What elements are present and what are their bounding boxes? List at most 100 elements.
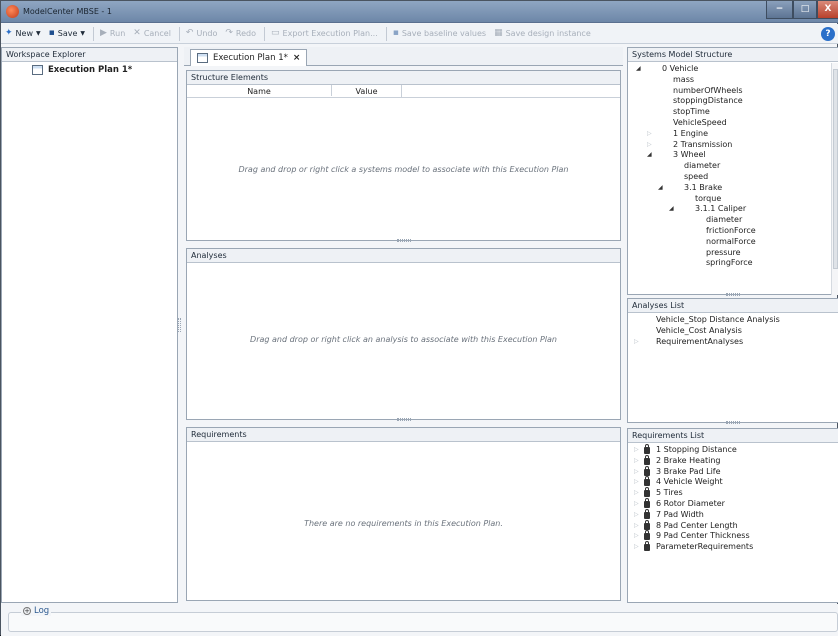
collapsed-arrow-icon[interactable]: ▷ <box>647 140 652 151</box>
tree-item-label: 1 Engine <box>673 128 709 138</box>
redo-button[interactable]: ↷ Redo <box>225 29 256 39</box>
save-label: Save <box>57 29 78 38</box>
tree-item[interactable]: ◢ 3.1 Brake <box>628 183 828 194</box>
execution-plan-icon <box>197 53 208 63</box>
collapsed-arrow-icon[interactable]: ▷ <box>634 456 639 467</box>
tree-item[interactable]: VehicleSpeed <box>628 118 828 129</box>
requirement-item[interactable]: ▷ 2 Brake Heating <box>628 454 828 467</box>
title-bar[interactable]: ModelCenter MBSE - 1 − □ X <box>1 1 838 23</box>
collapsed-arrow-icon[interactable]: ▷ <box>634 542 639 553</box>
tree-item[interactable]: stopTime <box>628 107 828 118</box>
tree-item[interactable]: diameter <box>628 161 828 172</box>
collapsed-arrow-icon[interactable]: ▷ <box>634 510 639 521</box>
collapsed-arrow-icon[interactable]: ▷ <box>634 467 639 478</box>
requirement-item-label: 8 Pad Center Length <box>656 520 738 530</box>
requirement-item[interactable]: ▷ 3 Brake Pad Life <box>628 465 828 478</box>
save-button[interactable]: ▪ Save ▼ <box>49 29 85 39</box>
requirement-item[interactable]: ▷ 9 Pad Center Thickness <box>628 530 828 542</box>
expanded-arrow-icon[interactable]: ◢ <box>647 150 652 161</box>
tree-item[interactable]: pressure <box>628 248 828 259</box>
help-icon[interactable]: ? <box>821 27 835 41</box>
panel-title: Analyses List <box>628 299 838 313</box>
tree-item[interactable]: ◢ 3 Wheel <box>628 150 828 161</box>
tree-item[interactable]: ▷ 2 Transmission <box>628 140 828 151</box>
requirement-item-label: 2 Brake Heating <box>656 455 721 465</box>
new-label: New <box>15 29 33 38</box>
vertical-scrollbar[interactable] <box>831 63 838 295</box>
requirement-item[interactable]: ▷ 8 Pad Center Length <box>628 519 828 532</box>
requirement-item-label: 5 Tires <box>656 488 683 498</box>
collapsed-arrow-icon[interactable]: ▷ <box>634 499 639 510</box>
collapsed-arrow-icon[interactable]: ▷ <box>647 129 652 140</box>
tree-item[interactable]: mass <box>628 75 828 86</box>
requirements-tree: ▷ 1 Stopping Distance ▷ 2 Brake Heating ▷ 3 B… <box>628 444 828 553</box>
tab-close-icon[interactable]: × <box>293 53 301 63</box>
panel-title: Workspace Explorer <box>2 48 177 62</box>
horizontal-splitter-handle[interactable] <box>396 418 411 421</box>
explorer-item-execution-plan[interactable]: Execution Plan 1* <box>32 65 132 75</box>
tree-item[interactable]: torque <box>628 194 828 205</box>
horizontal-splitter-handle[interactable] <box>396 239 411 242</box>
requirements-list-panel: Requirements List ▷ 1 Stopping Distance ▷ 2… <box>627 428 838 603</box>
undo-button[interactable]: ↶ Undo <box>186 29 218 39</box>
expanded-arrow-icon[interactable]: ◢ <box>669 204 674 215</box>
expanded-arrow-icon[interactable]: ◢ <box>636 64 641 75</box>
horizontal-splitter-handle[interactable] <box>726 293 740 296</box>
tree-item[interactable]: frictionForce <box>628 226 828 237</box>
requirement-item-label: 6 Rotor Diameter <box>656 498 725 508</box>
column-header-value[interactable]: Value <box>332 85 402 98</box>
tree-item[interactable]: speed <box>628 172 828 183</box>
collapsed-arrow-icon[interactable]: ▷ <box>634 337 639 348</box>
lock-icon <box>644 476 650 487</box>
requirement-item[interactable]: ▷ ParameterRequirements <box>628 541 828 553</box>
undo-label: Undo <box>196 29 218 38</box>
toolbar-separator <box>264 26 266 41</box>
close-button[interactable]: X <box>817 1 838 19</box>
column-header-name[interactable]: Name <box>187 85 332 96</box>
save-baseline-button[interactable]: ▪ Save baseline values <box>393 29 486 39</box>
requirement-item[interactable]: ▷ 4 Vehicle Weight <box>628 476 828 488</box>
requirement-item[interactable]: ▷ 7 Pad Width <box>628 508 828 521</box>
tab-execution-plan[interactable]: Execution Plan 1* × <box>190 49 308 66</box>
tree-item[interactable]: numberOfWheels <box>628 86 828 97</box>
expanded-arrow-icon[interactable]: ◢ <box>658 183 663 194</box>
tree-item[interactable]: ◢ 0 Vehicle <box>628 64 828 75</box>
requirement-item[interactable]: ▷ 5 Tires <box>628 487 828 499</box>
requirements-panel: Requirements There are no requirements i… <box>186 427 621 601</box>
save-design-button[interactable]: ▦ Save design instance <box>494 29 591 39</box>
collapsed-arrow-icon[interactable]: ▷ <box>634 477 639 488</box>
new-button[interactable]: ✦ New ▼ <box>5 29 41 39</box>
analysis-item[interactable]: Vehicle_Stop Distance Analysis <box>628 315 828 326</box>
requirement-item-label: ParameterRequirements <box>656 542 754 552</box>
scrollbar-thumb[interactable] <box>833 69 838 269</box>
horizontal-splitter-handle[interactable] <box>726 421 740 424</box>
vertical-splitter-handle[interactable] <box>178 318 181 332</box>
collapsed-arrow-icon[interactable]: ▷ <box>634 531 639 542</box>
run-button[interactable]: ▶ Run <box>100 29 125 39</box>
workspace-explorer-panel: Workspace Explorer Execution Plan 1* <box>1 47 181 603</box>
collapsed-arrow-icon[interactable]: ▷ <box>634 488 639 499</box>
tree-item-label: 3.1.1 Caliper <box>695 204 747 214</box>
export-button[interactable]: ▭ Export Execution Plan... <box>271 29 378 39</box>
analysis-item[interactable]: ▷ RequirementAnalyses <box>628 337 828 348</box>
tree-item[interactable]: normalForce <box>628 237 828 248</box>
maximize-button[interactable]: □ <box>793 1 817 19</box>
tree-item-label: mass <box>673 74 695 84</box>
tab-strip: Execution Plan 1* × <box>184 47 623 66</box>
panel-title: Requirements <box>187 428 620 442</box>
requirement-item[interactable]: ▷ 1 Stopping Distance <box>628 444 828 456</box>
tree-item[interactable]: diameter <box>628 215 828 226</box>
analysis-item-label: Vehicle_Stop Distance Analysis <box>656 315 780 324</box>
tree-item[interactable]: ▷ 1 Engine <box>628 129 828 140</box>
analysis-item[interactable]: Vehicle_Cost Analysis <box>628 326 828 337</box>
lock-icon <box>644 444 650 454</box>
tree-item[interactable]: ◢ 3.1.1 Caliper <box>628 204 828 215</box>
tree-item[interactable]: stoppingDistance <box>628 96 828 107</box>
log-expander[interactable]: + Log <box>21 606 52 616</box>
tree-item[interactable]: springForce <box>628 258 828 269</box>
collapsed-arrow-icon[interactable]: ▷ <box>634 445 639 456</box>
requirement-item[interactable]: ▷ 6 Rotor Diameter <box>628 497 828 510</box>
minimize-button[interactable]: − <box>766 1 793 19</box>
cancel-button[interactable]: ✕ Cancel <box>133 29 171 39</box>
collapsed-arrow-icon[interactable]: ▷ <box>634 521 639 532</box>
